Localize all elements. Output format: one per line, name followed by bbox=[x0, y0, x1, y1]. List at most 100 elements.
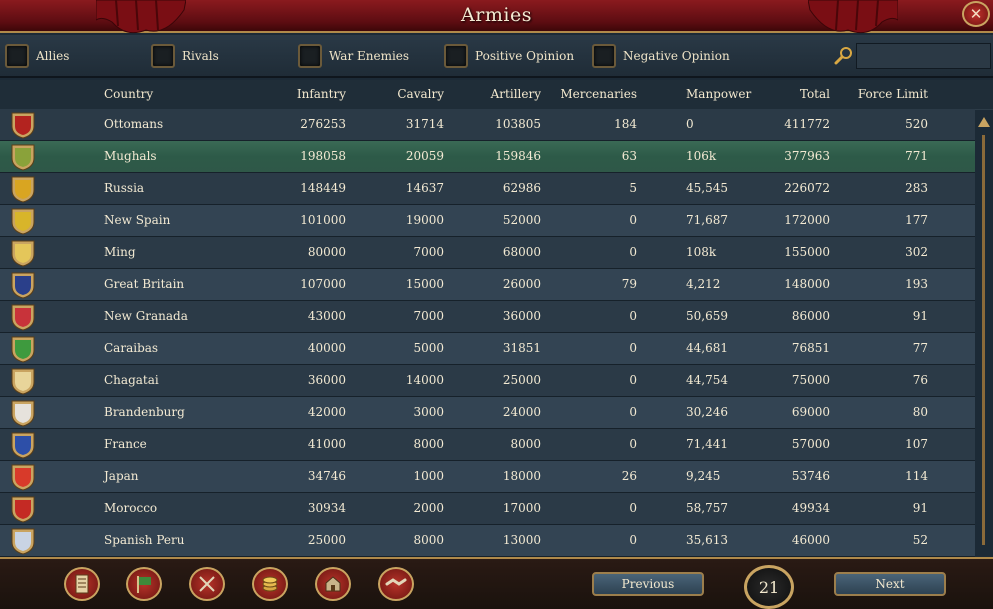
cell-force-limit: 107 bbox=[905, 437, 928, 451]
cell-mercenaries: 0 bbox=[629, 309, 637, 323]
close-icon: ✕ bbox=[969, 5, 983, 23]
cell-mercenaries: 0 bbox=[629, 501, 637, 515]
ledger-icon bbox=[75, 574, 89, 594]
table-row[interactable]: Mughals 198058 20059 159846 63 106k 377963 771 bbox=[0, 141, 975, 173]
scroll-up-arrow-icon[interactable] bbox=[977, 115, 991, 131]
cell-artillery: 26000 bbox=[502, 277, 541, 291]
column-country[interactable]: Country bbox=[104, 87, 153, 101]
cell-manpower: 0 bbox=[686, 117, 694, 131]
negative-opinion-label: Negative Opinion bbox=[623, 49, 730, 63]
column-manpower[interactable]: Manpower bbox=[686, 87, 751, 101]
column-total[interactable]: Total bbox=[780, 87, 830, 101]
filter-positive-opinion[interactable]: Positive Opinion bbox=[444, 43, 574, 69]
country-flag-icon[interactable] bbox=[11, 432, 35, 459]
search-input[interactable] bbox=[856, 43, 991, 69]
country-flag-icon[interactable] bbox=[11, 208, 35, 235]
filter-bar: Allies Rivals War Enemies Positive Opini… bbox=[0, 35, 993, 78]
table-row[interactable]: Japan 34746 1000 18000 26 9,245 53746 114 bbox=[0, 461, 975, 493]
column-force-limit[interactable]: Force Limit bbox=[848, 87, 928, 101]
table-row[interactable]: New Granada 43000 7000 36000 0 50,659 86000 91 bbox=[0, 301, 975, 333]
cell-country: Chagatai bbox=[104, 373, 159, 387]
country-flag-icon[interactable] bbox=[11, 304, 35, 331]
ledger-button[interactable] bbox=[64, 567, 100, 601]
column-cavalry[interactable]: Cavalry bbox=[384, 87, 444, 101]
country-flag-icon[interactable] bbox=[11, 272, 35, 299]
positive-opinion-checkbox[interactable] bbox=[444, 44, 468, 68]
cell-total: 69000 bbox=[791, 405, 830, 419]
cell-infantry: 43000 bbox=[307, 309, 346, 323]
country-flag-icon[interactable] bbox=[11, 336, 35, 363]
cell-country: Russia bbox=[104, 181, 145, 195]
cell-force-limit: 77 bbox=[912, 341, 928, 355]
column-infantry[interactable]: Infantry bbox=[286, 87, 346, 101]
country-flag-icon[interactable] bbox=[11, 496, 35, 523]
table-row[interactable]: Brandenburg 42000 3000 24000 0 30,246 69000 80 bbox=[0, 397, 975, 429]
cell-force-limit: 114 bbox=[905, 469, 928, 483]
previous-button[interactable]: Previous bbox=[592, 572, 704, 596]
filter-allies[interactable]: Allies bbox=[5, 43, 69, 69]
close-button[interactable]: ✕ bbox=[962, 1, 990, 27]
country-flag-icon[interactable] bbox=[11, 368, 35, 395]
table-row[interactable]: France 41000 8000 8000 0 71,441 57000 107 bbox=[0, 429, 975, 461]
table-row[interactable]: Ottomans 276253 31714 103805 184 0 411772 520 bbox=[0, 109, 975, 141]
buildings-button[interactable] bbox=[315, 567, 351, 601]
cell-cavalry: 1000 bbox=[413, 469, 444, 483]
scrollbar[interactable] bbox=[977, 115, 991, 555]
allies-checkbox[interactable] bbox=[5, 44, 29, 68]
filter-negative-opinion[interactable]: Negative Opinion bbox=[592, 43, 730, 69]
cell-country: Morocco bbox=[104, 501, 158, 515]
scroll-track[interactable] bbox=[982, 135, 985, 545]
table-row[interactable]: New Spain 101000 19000 52000 0 71,687 172000 17… bbox=[0, 205, 975, 237]
positive-opinion-label: Positive Opinion bbox=[475, 49, 575, 63]
cell-mercenaries: 184 bbox=[614, 117, 637, 131]
military-button[interactable] bbox=[189, 567, 225, 601]
filter-rivals[interactable]: Rivals bbox=[151, 43, 219, 69]
cell-infantry: 101000 bbox=[300, 213, 346, 227]
search-icon[interactable] bbox=[834, 45, 854, 65]
cell-force-limit: 91 bbox=[912, 501, 928, 515]
country-flag-icon[interactable] bbox=[11, 112, 35, 139]
cell-country: Caraibas bbox=[104, 341, 159, 355]
cell-mercenaries: 0 bbox=[629, 533, 637, 547]
war-enemies-checkbox[interactable] bbox=[298, 44, 322, 68]
cell-mercenaries: 63 bbox=[621, 149, 637, 163]
table-row[interactable]: Caraibas 40000 5000 31851 0 44,681 76851 77 bbox=[0, 333, 975, 365]
war-enemies-label: War Enemies bbox=[329, 49, 410, 63]
cell-mercenaries: 5 bbox=[629, 181, 637, 195]
flag-button[interactable] bbox=[126, 567, 162, 601]
column-artillery[interactable]: Artillery bbox=[481, 87, 541, 101]
country-flag-icon[interactable] bbox=[11, 464, 35, 491]
column-mercenaries[interactable]: Mercenaries bbox=[557, 87, 637, 101]
negative-opinion-checkbox[interactable] bbox=[592, 44, 616, 68]
next-button[interactable]: Next bbox=[834, 572, 946, 596]
table-row[interactable]: Great Britain 107000 15000 26000 79 4,212 1480… bbox=[0, 269, 975, 301]
cell-country: Great Britain bbox=[104, 277, 185, 291]
buildings-icon bbox=[325, 576, 341, 592]
table-row[interactable]: Russia 148449 14637 62986 5 45,545 226072 283 bbox=[0, 173, 975, 205]
cell-mercenaries: 0 bbox=[629, 245, 637, 259]
country-flag-icon[interactable] bbox=[11, 176, 35, 203]
diplomacy-button[interactable] bbox=[378, 567, 414, 601]
cell-total: 377963 bbox=[784, 149, 830, 163]
cell-total: 172000 bbox=[784, 213, 830, 227]
country-flag-icon[interactable] bbox=[11, 240, 35, 267]
table-row[interactable]: Chagatai 36000 14000 25000 0 44,754 75000 76 bbox=[0, 365, 975, 397]
cell-infantry: 41000 bbox=[307, 437, 346, 451]
cell-infantry: 42000 bbox=[307, 405, 346, 419]
cell-country: Spanish Peru bbox=[104, 533, 185, 547]
table-row[interactable]: Morocco 30934 2000 17000 0 58,757 49934 91 bbox=[0, 493, 975, 525]
cell-artillery: 159846 bbox=[495, 149, 541, 163]
cell-infantry: 148449 bbox=[300, 181, 346, 195]
cell-cavalry: 20059 bbox=[405, 149, 444, 163]
country-flag-icon[interactable] bbox=[11, 528, 35, 555]
filter-war-enemies[interactable]: War Enemies bbox=[298, 43, 409, 69]
table-row[interactable]: Spanish Peru 25000 8000 13000 0 35,613 46000 52 bbox=[0, 525, 975, 557]
economy-button[interactable] bbox=[252, 567, 288, 601]
cell-artillery: 68000 bbox=[502, 245, 541, 259]
rivals-checkbox[interactable] bbox=[151, 44, 175, 68]
country-flag-icon[interactable] bbox=[11, 144, 35, 171]
country-flag-icon[interactable] bbox=[11, 400, 35, 427]
table-row[interactable]: Ming 80000 7000 68000 0 108k 155000 302 bbox=[0, 237, 975, 269]
cell-total: 86000 bbox=[791, 309, 830, 323]
cell-manpower: 30,246 bbox=[686, 405, 728, 419]
